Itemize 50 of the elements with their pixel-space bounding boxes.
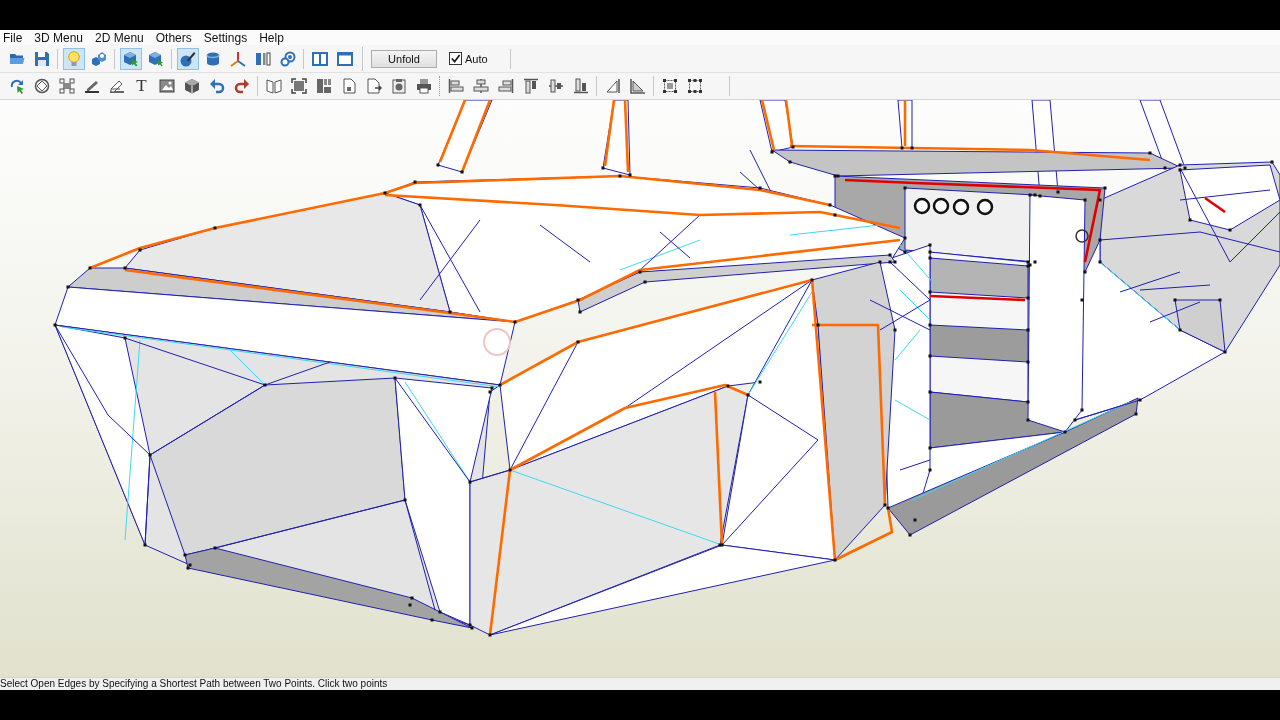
cube-cursor-icon (122, 50, 139, 67)
cube-icon (183, 78, 200, 94)
menu-item[interactable]: Others (155, 30, 192, 45)
text-tool-button[interactable]: T (130, 75, 153, 97)
selection-frame-icon (661, 78, 678, 94)
unfold-button[interactable]: Unfold (371, 49, 437, 68)
open-book-icon (265, 78, 282, 94)
status-message: Select Open Edges by Specifying a Shortest Path between Two Points. Click two points (0, 678, 388, 689)
window-panel-icon (336, 50, 353, 67)
align-top-icon (522, 78, 539, 94)
selection-frame-icon (686, 78, 703, 94)
columns-icon (254, 50, 271, 67)
align-left-icon (447, 78, 464, 94)
scale-arrows-icon (58, 78, 75, 94)
axes-icon (229, 50, 246, 67)
undo-icon (208, 78, 225, 94)
page-arrow-icon (365, 78, 382, 94)
printer-icon (415, 78, 432, 94)
align-right-icon (497, 78, 514, 94)
auto-checkbox[interactable] (449, 52, 462, 65)
split-panel-icon (311, 50, 328, 67)
triangle-ruler-icon (604, 78, 621, 94)
grid-layout-icon (315, 78, 332, 94)
checkmark-icon (451, 54, 460, 63)
rotate-circle-icon (33, 78, 50, 94)
page-icon (340, 78, 357, 94)
menu-item[interactable]: 3D Menu (34, 30, 84, 45)
pencil-line-icon (83, 78, 100, 94)
clipboard-icon (390, 78, 407, 94)
redo-icon (233, 78, 250, 94)
fit-frame-icon (290, 78, 307, 94)
align-middle-icon (547, 78, 564, 94)
toolbar-button[interactable] (176, 47, 199, 70)
cubes-icon (90, 50, 107, 67)
auto-label[interactable]: Auto (465, 52, 488, 65)
pencil-disc-icon (179, 50, 196, 67)
triangle-ruler-icon (629, 78, 646, 94)
align-bottom-icon (572, 78, 589, 94)
menu-item[interactable]: 2D Menu (95, 30, 144, 45)
menu-item[interactable]: Help (259, 30, 284, 45)
cylinder-icon (204, 50, 221, 67)
picture-icon (158, 78, 175, 94)
menu-item[interactable]: Settings (203, 30, 248, 45)
lightbulb-icon (65, 50, 82, 67)
eraser-pencil-icon (108, 78, 125, 94)
menu-item[interactable]: File (3, 30, 23, 45)
rotate-cursor-icon (8, 78, 25, 94)
align-center-icon (472, 78, 489, 94)
cube-cursor-icon (147, 50, 164, 67)
linked-circles-icon (279, 50, 296, 67)
